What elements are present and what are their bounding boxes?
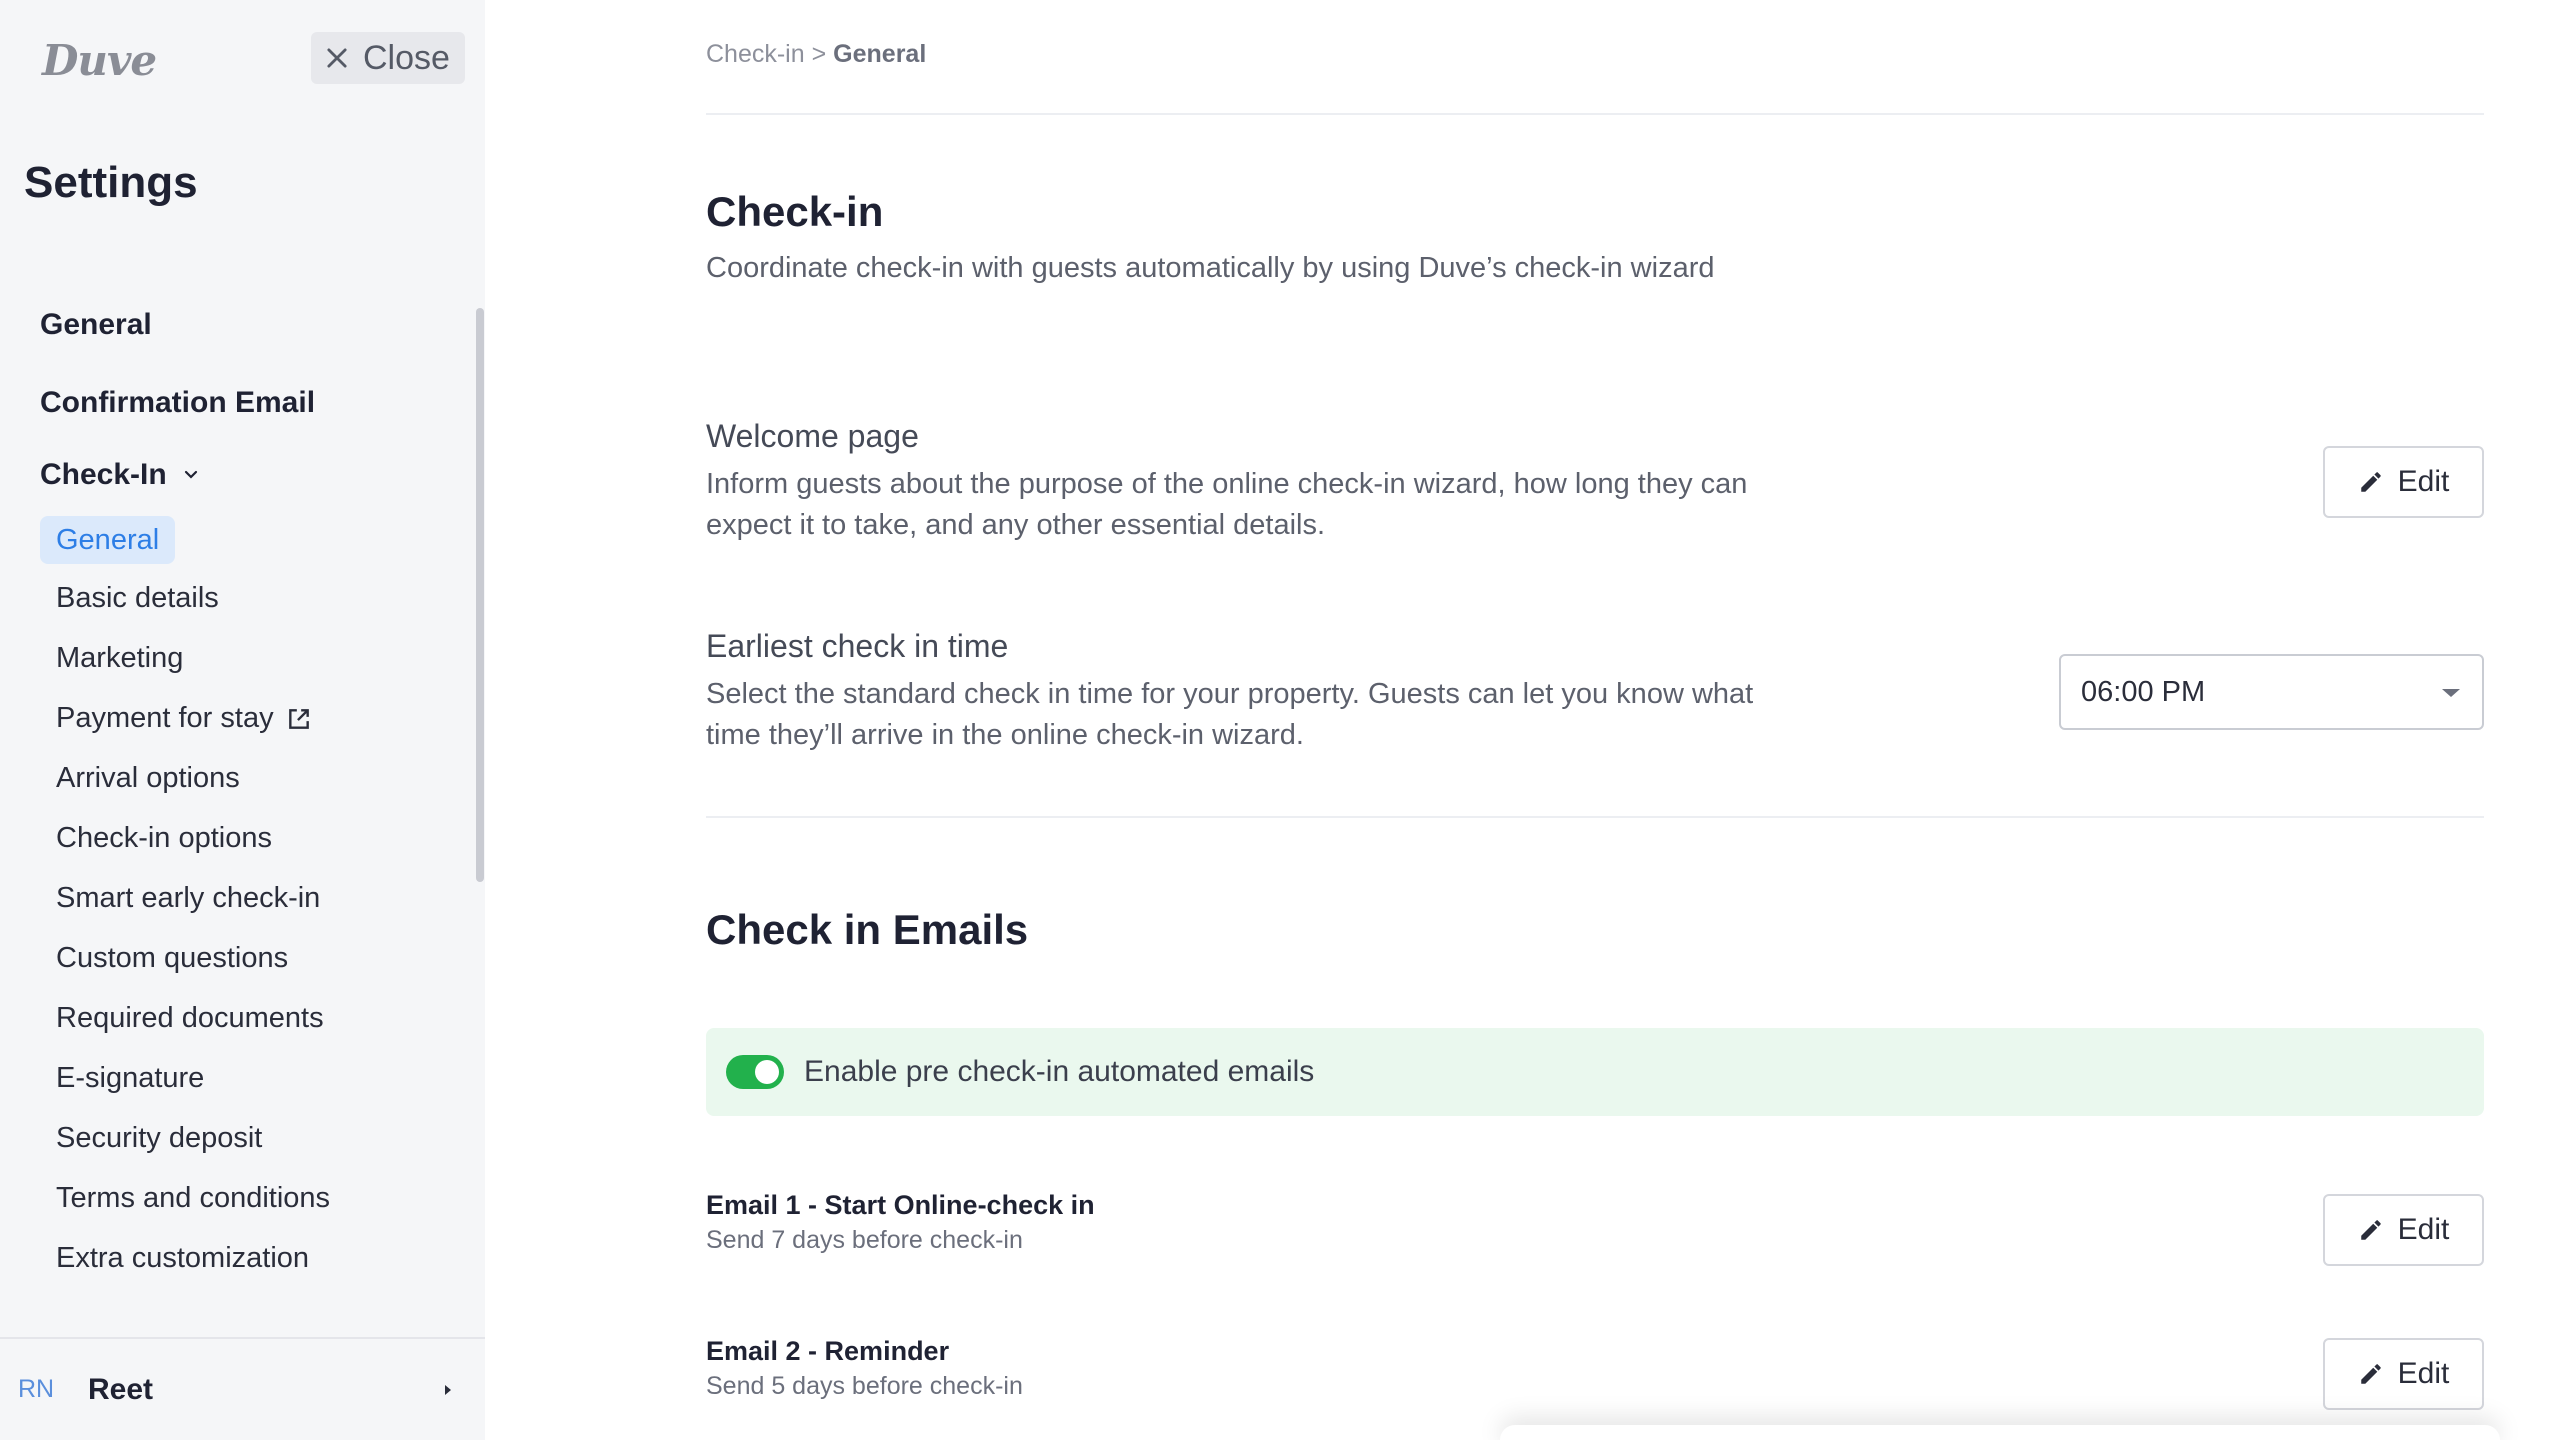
main-content: Check-in > General Check-in Coordinate c…: [485, 0, 2560, 1440]
email-2-title: Email 2 - Reminder: [706, 1336, 950, 1366]
sidebar-subitem-label: Custom questions: [56, 942, 289, 974]
user-menu[interactable]: RN Reet: [0, 1337, 485, 1440]
sidebar-subitem-terms-and-conditions[interactable]: Terms and conditions: [56, 1182, 330, 1215]
sidebar-subitem-label: Arrival options: [56, 762, 240, 794]
sidebar-subitem-label: Marketing: [56, 642, 184, 674]
email-2-edit-button[interactable]: Edit: [2323, 1338, 2484, 1410]
close-label: Close: [363, 38, 450, 77]
check-in-time-value: 06:00 PM: [2081, 675, 2206, 708]
pencil-icon: [2360, 1364, 2381, 1384]
email-1-title: Email 1 - Start Online-check in: [706, 1190, 1095, 1220]
welcome-page-title: Welcome page: [706, 418, 919, 454]
check-in-group-label: Check-In: [40, 458, 167, 491]
sidebar-subitem-label: Basic details: [56, 582, 219, 614]
pencil-icon: [2360, 1220, 2381, 1240]
floating-bar-shadow: [1500, 1425, 2500, 1440]
sidebar-subitem-basic-details[interactable]: Basic details: [56, 582, 219, 615]
sidebar-subitem-general[interactable]: General: [40, 516, 176, 564]
edit-label: Edit: [2397, 1213, 2450, 1246]
section-subtitle: Coordinate check-in with guests automati…: [706, 252, 1715, 284]
sidebar-subitem-required-documents[interactable]: Required documents: [56, 1002, 324, 1035]
breadcrumb-separator: >: [811, 40, 827, 68]
sidebar-subitem-arrival-options[interactable]: Arrival options: [56, 762, 240, 795]
avatar: RN: [17, 1375, 55, 1403]
sidebar-item-general[interactable]: General: [40, 308, 152, 342]
sidebar-subitem-marketing[interactable]: Marketing: [56, 642, 183, 675]
divider: [706, 816, 2484, 818]
caret-right-icon[interactable]: [441, 1381, 455, 1399]
sidebar-subitem-payment-for-stay[interactable]: Payment for stay: [56, 702, 312, 735]
email-1-subtitle: Send 7 days before check-in: [706, 1226, 1023, 1254]
sidebar-scrollbar[interactable]: [476, 308, 484, 882]
breadcrumb-parent[interactable]: Check-in: [706, 40, 805, 68]
close-button[interactable]: Close: [311, 32, 465, 84]
edit-label: Edit: [2397, 1357, 2450, 1390]
sidebar-subitem-label: Security deposit: [56, 1122, 263, 1154]
breadcrumb: Check-in > General: [706, 40, 926, 69]
external-link-icon: [288, 708, 309, 729]
dropdown-caret-icon: [2442, 689, 2460, 697]
pre-check-in-emails-toggle[interactable]: [726, 1055, 784, 1089]
sidebar-subitem-label: General: [56, 523, 160, 556]
sidebar-item-check-in[interactable]: Check-In: [40, 458, 201, 492]
sidebar-subitem-label: E-signature: [56, 1062, 205, 1094]
sidebar-subitem-check-in-options[interactable]: Check-in options: [56, 822, 272, 855]
sidebar-subitem-e-signature[interactable]: E-signature: [56, 1062, 204, 1095]
toggle-knob: [755, 1060, 779, 1084]
user-name: Reet: [88, 1372, 154, 1406]
pre-check-in-emails-toggle-row: Enable pre check-in automated emails: [706, 1028, 2484, 1116]
section-title-check-in: Check-in: [706, 188, 884, 235]
toggle-label: Enable pre check-in automated emails: [804, 1055, 1315, 1088]
email-2-subtitle: Send 5 days before check-in: [706, 1372, 1023, 1400]
breadcrumb-current: General: [833, 40, 927, 68]
sidebar-subitem-label: Required documents: [56, 1002, 324, 1034]
sidebar-subitem-label: Check-in options: [56, 822, 272, 854]
sidebar-subitem-extra-customization[interactable]: Extra customization: [56, 1242, 309, 1275]
chevron-down-icon: [184, 470, 197, 479]
sidebar-subitem-label: Extra customization: [56, 1242, 310, 1274]
sidebar-subitem-label: Terms and conditions: [56, 1182, 331, 1214]
edit-label: Edit: [2397, 465, 2450, 498]
duve-logo: Duve: [42, 36, 157, 85]
earliest-check-in-title: Earliest check in time: [706, 628, 1009, 664]
sidebar-subitem-security-deposit[interactable]: Security deposit: [56, 1122, 262, 1155]
sidebar-subitem-label: Payment for stay: [56, 702, 274, 734]
divider: [706, 113, 2484, 115]
sidebar-subitem-smart-early-check-in[interactable]: Smart early check-in: [56, 882, 320, 915]
pencil-icon: [2360, 472, 2381, 492]
section-title-check-in-emails: Check in Emails: [706, 906, 1029, 953]
welcome-page-edit-button[interactable]: Edit: [2323, 446, 2484, 518]
sidebar-subitem-custom-questions[interactable]: Custom questions: [56, 942, 288, 975]
sidebar: Duve Close Settings General Confirmation…: [0, 0, 485, 1440]
email-1-edit-button[interactable]: Edit: [2323, 1194, 2484, 1266]
sidebar-item-confirmation-email[interactable]: Confirmation Email: [40, 386, 315, 420]
welcome-page-description: Inform guests about the purpose of the o…: [706, 468, 1748, 541]
check-in-time-select[interactable]: 06:00 PM: [2059, 654, 2484, 730]
settings-title: Settings: [24, 158, 198, 207]
earliest-check-in-description: Select the standard check in time for yo…: [706, 678, 1754, 751]
close-icon: [327, 48, 347, 68]
sidebar-subitem-label: Smart early check-in: [56, 882, 321, 914]
